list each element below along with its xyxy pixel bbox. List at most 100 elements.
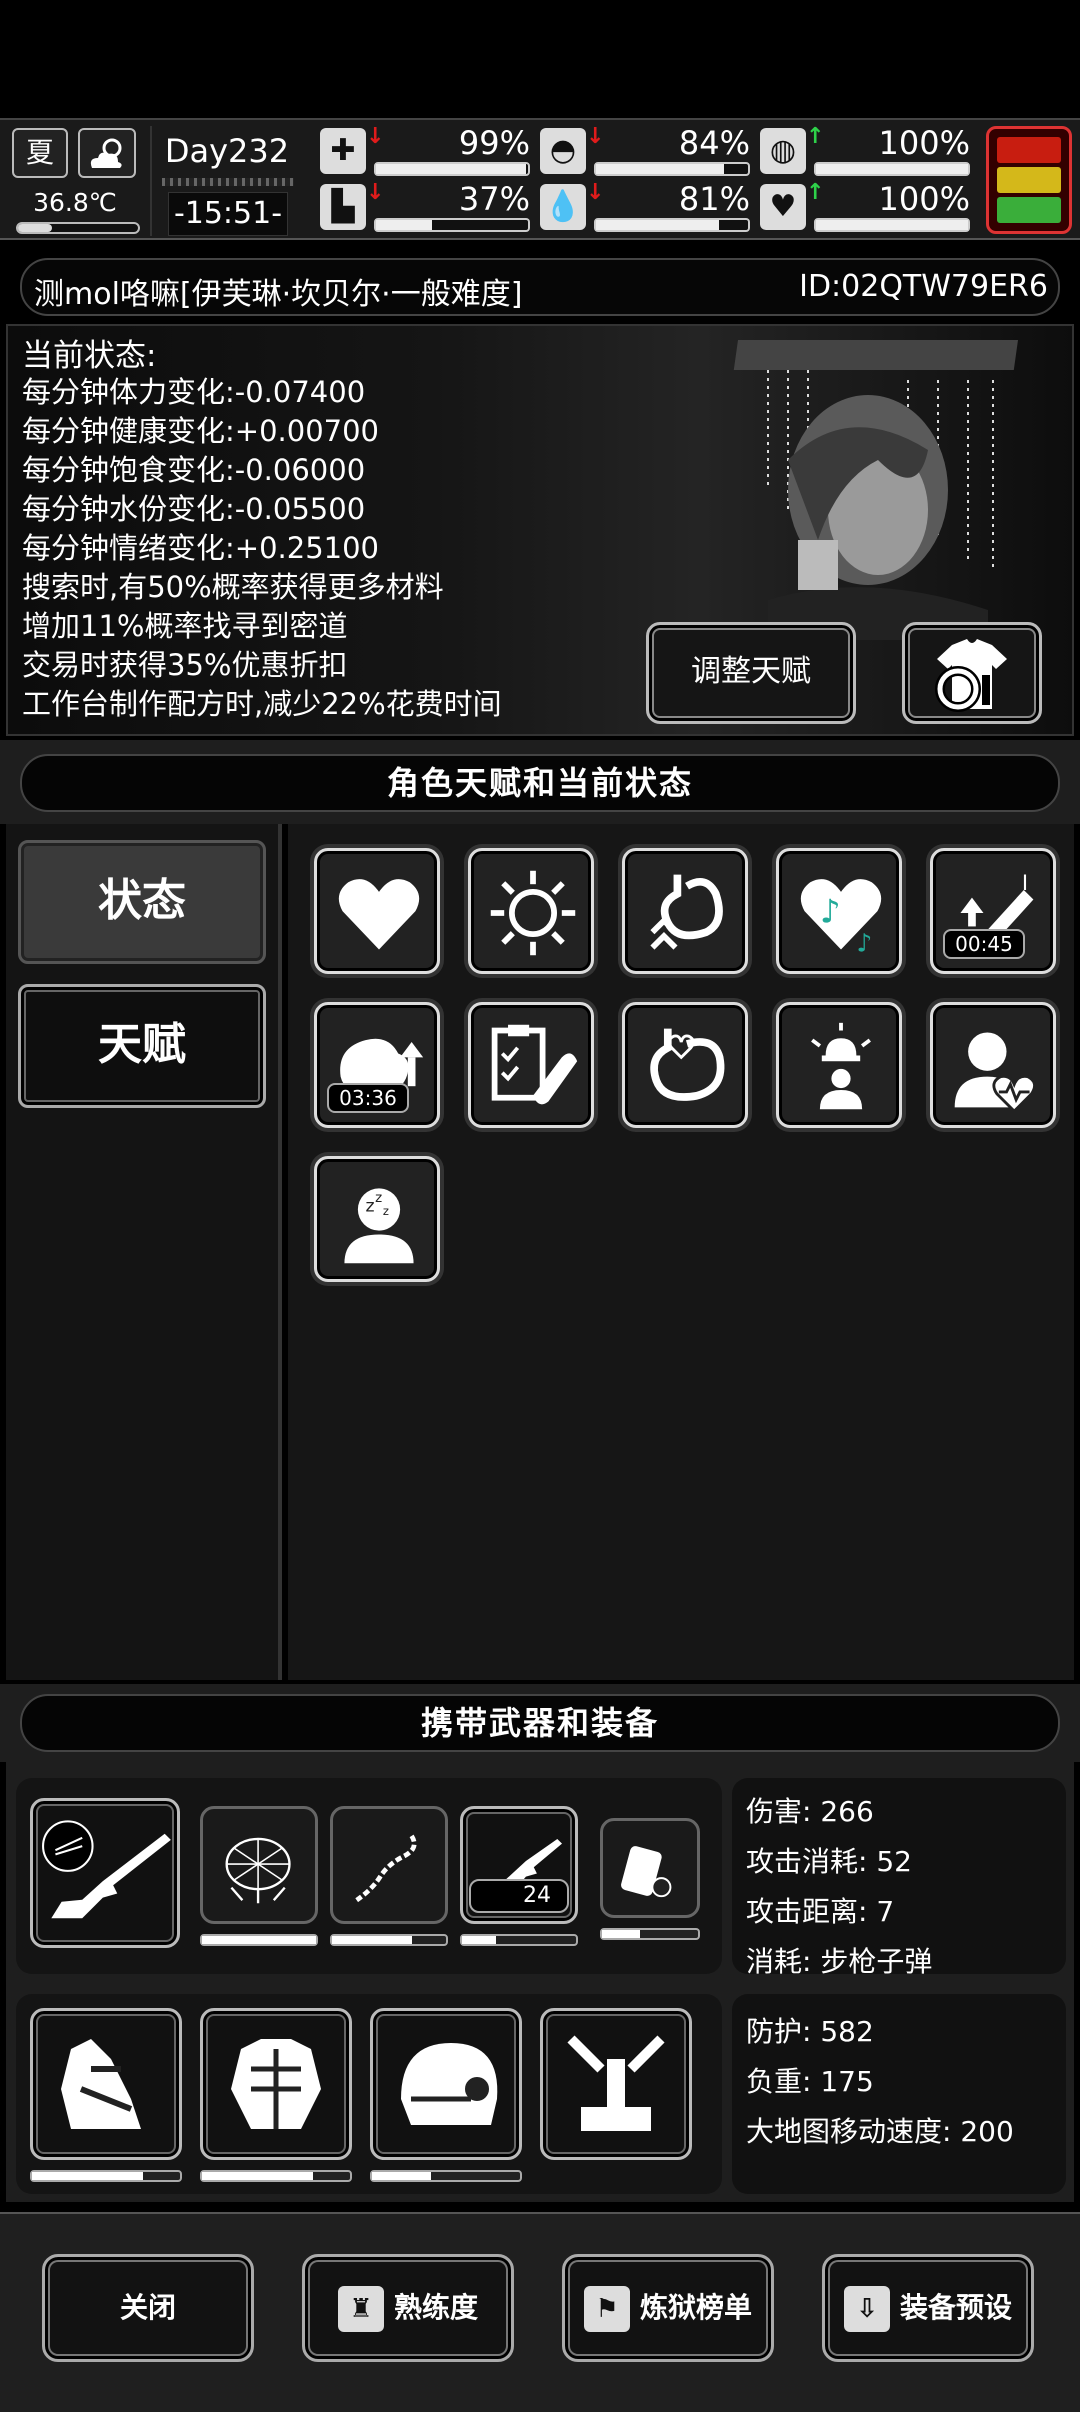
banner-icon: ⚑ [583,2286,630,2332]
svg-text:z: z [366,1196,375,1216]
chain-icon [355,1834,417,1903]
trend-up-icon: ↑ [806,180,825,205]
effect-timer: 03:36 [327,1083,409,1113]
preset-icon: ⇩ [843,2286,890,2332]
helmet-icon [401,2043,498,2125]
close-label: 关闭 [119,2291,176,2324]
status-slot[interactable]: 03:36 [314,1002,440,1128]
durability-fill [32,2172,143,2180]
status-slot[interactable] [622,1002,748,1128]
status-icons-grid: ♪ ♪ I 00:45 03:36 z z z [288,824,1074,1680]
status-slot[interactable] [468,1002,594,1128]
status-effect-line: 每分钟情绪变化:+0.25100 [22,531,379,565]
status-panel: 当前状态: 每分钟体力变化:-0.07400 每分钟健康变化:+0.00700 每分钟… [6,324,1074,736]
stat-stamina: ▙ ↓ 37% [320,180,530,232]
stat-bar [594,162,750,176]
weapon-slot[interactable] [30,1798,180,1948]
armor-stats-panel: 防护: 582 负重: 175 大地图移动速度: 200 [732,1994,1066,2194]
tab-talent[interactable]: 天赋 [18,984,266,1108]
trend-down-icon: ↓ [366,124,385,149]
stat-percent: 81% [678,180,750,218]
weapon-row: 24 [16,1778,722,1974]
proficiency-label: 熟练度 [393,2291,478,2324]
status-effect-line: 交易时获得35%优惠折扣 [22,648,348,682]
adjust-talent-button[interactable]: 调整天赋 [646,622,856,724]
day-progress-bar [162,178,294,186]
status-effect-line: 每分钟饱食变化:-0.06000 [22,453,366,487]
status-effect-line: 每分钟健康变化:+0.00700 [22,414,379,448]
day-clock-box: Day232 -15:51- [150,126,300,236]
weapon-slot[interactable]: 24 [460,1806,578,1924]
shirt-swap-icon [935,639,1007,712]
weapon-slot[interactable] [330,1806,448,1924]
svg-text:I: I [1022,870,1028,895]
armor-slot[interactable] [200,2008,352,2160]
armor-stat: 防护: 582 [746,2015,874,2048]
stat-bar [814,162,970,176]
durability-fill [462,1936,497,1944]
equipment-preset-button[interactable]: ⇩ 装备预设 [822,2254,1034,2362]
medicine-clipboard-icon [491,1024,578,1105]
stat-percent: 100% [878,124,970,162]
durability-bar [330,1934,448,1946]
temperature-bar [16,222,140,234]
close-button[interactable]: 关闭 [42,2254,254,2362]
stat-bar [374,162,530,176]
weapon-slot[interactable] [600,1818,700,1918]
stat-health: ✚ ↓ 99% [320,124,530,176]
purgatory-ranking-button[interactable]: ⚑ 炼狱榜单 [562,2254,774,2362]
durability-bar [30,2170,182,2182]
status-slot[interactable] [776,1002,902,1128]
durability-bar [370,2170,522,2182]
talent-section-header: 角色天赋和当前状态 [20,754,1060,812]
character-name-bar: 测mol咯嘛[伊芙琳·坎贝尔·一般难度] ID:02QTW79ER6 [20,258,1060,316]
weapon-stat: 攻击消耗: 52 [746,1845,912,1878]
proficiency-button[interactable]: ♜ 熟练度 [302,2254,514,2362]
stat-bar-fill [816,220,968,230]
armor-slot[interactable] [30,2008,182,2160]
status-effect-line: 每分钟水份变化:-0.05500 [22,492,366,526]
armor-stat: 负重: 175 [746,2065,874,2098]
heart-icon: ♥ [760,184,806,230]
stat-bar-fill [596,164,724,174]
proficiency-icon: ♜ [337,2286,384,2332]
music-heart-icon: ♪♪ [800,879,882,957]
svg-text:z: z [375,1191,382,1206]
water-drop-icon: 💧 [540,184,586,230]
pill-icon: ◍ [760,128,806,174]
trend-up-icon: ↑ [806,124,825,149]
tab-status[interactable]: 状态 [18,840,266,964]
status-slot[interactable]: ♪ ♪ [776,848,902,974]
stat-pill: ◍ ↑ 100% [760,124,970,176]
status-slot[interactable] [930,1002,1056,1128]
weapon-stat: 攻击距离: 7 [746,1895,895,1928]
change-outfit-button[interactable] [902,622,1042,724]
weapon-slot[interactable] [200,1806,318,1924]
armor-slot[interactable] [540,2008,692,2160]
medkit-icon: ✚ [320,128,366,174]
armor-slot[interactable] [370,2008,522,2160]
durability-bar [600,1928,700,1940]
status-slot[interactable]: I 00:45 [930,848,1056,974]
purgatory-ranking-label: 炼狱榜单 [639,2291,752,2324]
status-slot[interactable]: zzz [314,1156,440,1282]
weapon-stat: 消耗: 步枪子弹 [746,1945,933,1978]
svg-text:♪: ♪ [820,893,841,931]
status-slot[interactable] [314,848,440,974]
ammo-value: 24 [523,1883,551,1908]
game-clock: -15:51- [168,192,288,236]
alert-level-indicator[interactable] [986,126,1072,234]
stat-percent: 100% [878,180,970,218]
svg-text:♪: ♪ [856,928,872,957]
rifle-icon [42,1820,171,1919]
stat-bar-fill [376,220,433,230]
effect-timer: 00:45 [943,929,1025,959]
day-counter: Day232 [164,132,290,170]
durability-bar [460,1934,578,1946]
person-heartbeat-icon [954,1032,1036,1114]
heart-stomach-icon [650,1028,725,1101]
status-slot[interactable] [468,848,594,974]
top-status-bar: 夏 36.8℃ Day232 -15:51- ✚ ↓ 99% ◓ ↓ 84% ◍ ↑ 100% ▙… [0,118,1080,240]
durability-fill [372,2172,432,2180]
status-slot[interactable] [622,848,748,974]
